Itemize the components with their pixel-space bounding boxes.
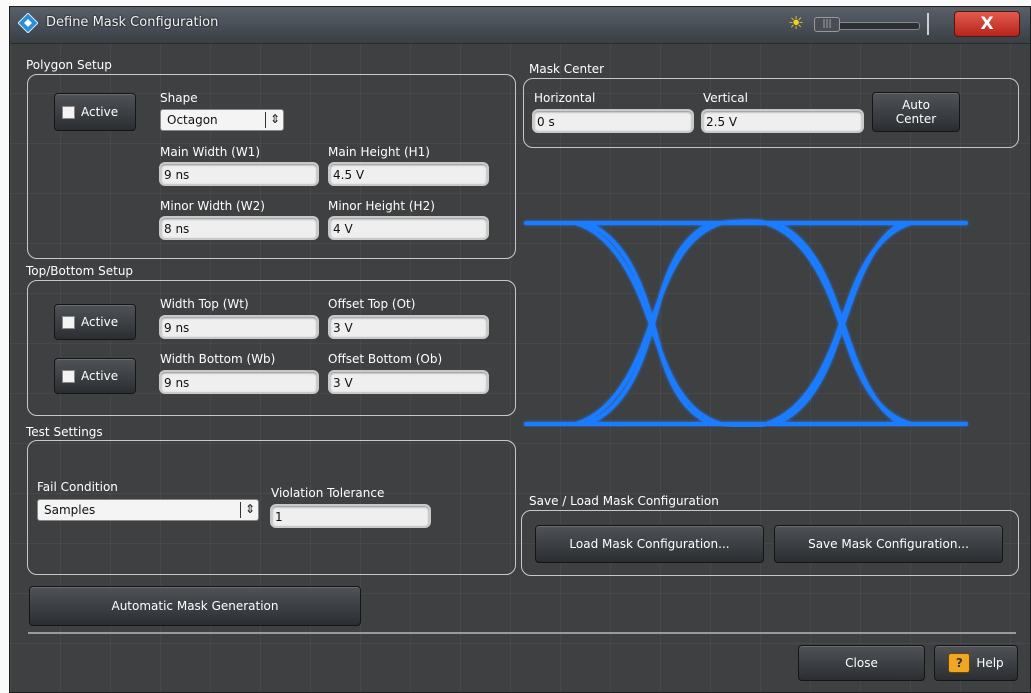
test-settings-label: Test Settings xyxy=(26,425,103,439)
horizontal-input[interactable]: 0 s xyxy=(532,109,694,133)
title-bar: Define Mask Configuration ☀ ||| X xyxy=(10,7,1030,44)
define-mask-dialog: Define Mask Configuration ☀ ||| X Polygo… xyxy=(9,6,1031,693)
footer-divider xyxy=(28,632,1016,634)
help-label: Help xyxy=(976,656,1004,670)
minor-height-input[interactable]: 4 V xyxy=(328,216,489,240)
main-height-label: Main Height (H1) xyxy=(328,145,430,159)
fail-condition-select[interactable]: Samples ⇕ xyxy=(37,499,259,521)
mask-center-label: Mask Center xyxy=(529,62,605,76)
close-window-button[interactable]: X xyxy=(954,11,1020,37)
polygon-active-toggle[interactable]: Active xyxy=(54,93,136,131)
shape-label: Shape xyxy=(160,91,198,105)
eye-crest-top xyxy=(719,219,768,225)
minor-width-label: Minor Width (W2) xyxy=(160,199,265,213)
main-width-input[interactable]: 9 ns xyxy=(159,162,319,186)
save-load-label: Save / Load Mask Configuration xyxy=(529,494,719,508)
bottom-active-label: Active xyxy=(81,369,119,383)
fail-condition-separator xyxy=(240,502,241,518)
vertical-input[interactable]: 2.5 V xyxy=(701,109,864,133)
eye-trace-2 xyxy=(574,221,723,426)
close-button[interactable]: Close xyxy=(798,645,925,681)
brightness-slider-thumb[interactable]: ||| xyxy=(814,17,840,32)
load-mask-button[interactable]: Load Mask Configuration... xyxy=(535,525,764,563)
violation-tolerance-label: Violation Tolerance xyxy=(271,486,385,500)
offset-bottom-input[interactable]: 3 V xyxy=(328,370,489,394)
close-x-icon: X xyxy=(980,14,994,34)
slider-divider xyxy=(927,13,929,35)
top-active-label: Active xyxy=(81,315,119,329)
top-bottom-setup-label: Top/Bottom Setup xyxy=(26,264,134,278)
offset-bottom-label: Offset Bottom (Ob) xyxy=(328,352,443,366)
top-active-toggle[interactable]: Active xyxy=(54,304,136,340)
fail-condition-label: Fail Condition xyxy=(37,480,118,494)
width-bottom-label: Width Bottom (Wb) xyxy=(160,352,276,366)
width-bottom-input[interactable]: 9 ns xyxy=(159,370,319,394)
save-mask-button[interactable]: Save Mask Configuration... xyxy=(774,525,1003,563)
shape-select[interactable]: Octagon ⇕ xyxy=(160,109,284,131)
updown-arrow-icon: ⇕ xyxy=(245,502,256,516)
rohde-schwarz-logo-icon xyxy=(18,13,38,33)
violation-tolerance-input[interactable]: 1 xyxy=(270,504,431,528)
bottom-active-checkbox[interactable] xyxy=(62,369,75,383)
top-active-checkbox[interactable] xyxy=(62,315,75,329)
help-button[interactable]: ? Help xyxy=(934,645,1018,681)
auto-center-line1: Auto xyxy=(902,98,930,112)
bottom-active-toggle[interactable]: Active xyxy=(54,358,136,394)
eye-trace-6 xyxy=(764,221,913,426)
shape-select-separator xyxy=(265,112,266,128)
window-title: Define Mask Configuration xyxy=(46,15,219,30)
eye-trace-5 xyxy=(764,221,913,426)
shape-select-value: Octagon xyxy=(167,113,218,127)
sun-icon: ☀ xyxy=(788,13,805,34)
main-width-label: Main Width (W1) xyxy=(160,145,261,159)
offset-top-label: Offset Top (Ot) xyxy=(328,297,416,311)
minor-height-label: Minor Height (H2) xyxy=(328,199,435,213)
fail-condition-value: Samples xyxy=(44,503,96,517)
eye-trace-8 xyxy=(772,221,905,426)
automatic-mask-generation-button[interactable]: Automatic Mask Generation xyxy=(29,586,361,626)
eye-diagram-preview xyxy=(524,219,968,427)
horizontal-label: Horizontal xyxy=(534,91,596,105)
polygon-active-checkbox[interactable] xyxy=(62,105,75,119)
top-bottom-setup-group xyxy=(27,280,516,416)
help-question-icon: ? xyxy=(948,653,971,673)
main-height-input[interactable]: 4.5 V xyxy=(328,162,489,186)
polygon-active-label: Active xyxy=(81,105,119,119)
eye-crest-bottom xyxy=(719,422,768,427)
eye-trace-1 xyxy=(574,221,723,426)
auto-center-line2: Center xyxy=(895,112,937,126)
vertical-label: Vertical xyxy=(703,91,748,105)
minor-width-input[interactable]: 8 ns xyxy=(159,216,319,240)
updown-arrow-icon: ⇕ xyxy=(270,112,281,126)
auto-center-button[interactable]: Auto Center xyxy=(872,92,960,132)
offset-top-input[interactable]: 3 V xyxy=(328,315,489,339)
eye-trace-7 xyxy=(772,221,905,426)
width-top-input[interactable]: 9 ns xyxy=(159,315,319,339)
polygon-setup-label: Polygon Setup xyxy=(26,58,112,72)
width-top-label: Width Top (Wt) xyxy=(160,297,249,311)
